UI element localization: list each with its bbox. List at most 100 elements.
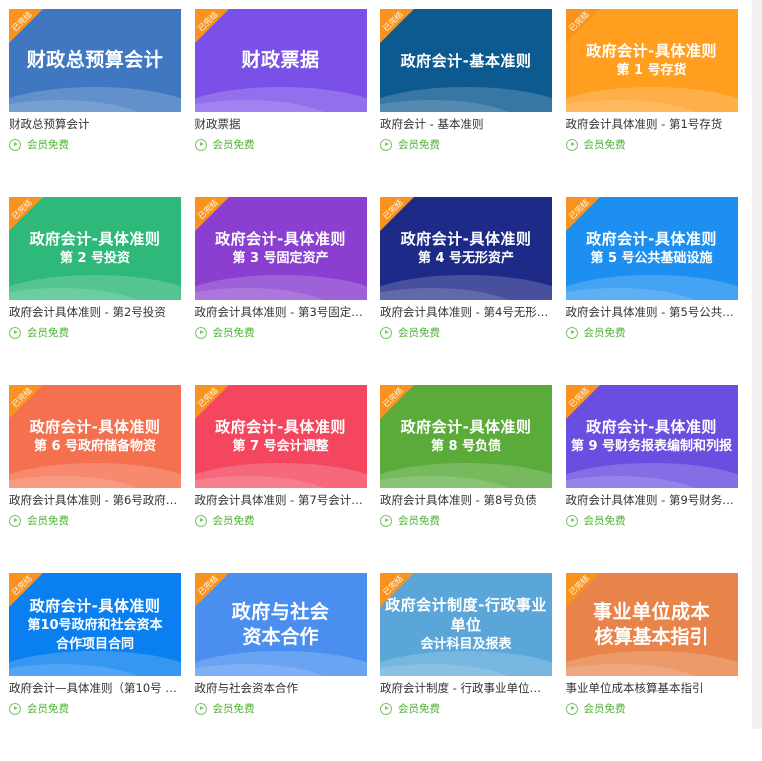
banner-text: 政府会计-具体准则	[29, 230, 161, 248]
banner-text: 政府会计-具体准则	[215, 418, 346, 436]
course-card[interactable]: 政府会计-具体准则第 9 号财务报表编制和列报 已完结 政府会计具体准则 - 第…	[565, 385, 738, 573]
course-thumbnail[interactable]: 政府会计-具体准则第 5 号公共基础设施 已完结	[565, 197, 738, 300]
course-title[interactable]: 政府会计具体准则 - 第7号会计调整	[195, 493, 367, 507]
banner-text: 政府会计-具体准则	[215, 230, 346, 248]
member-free-badge: 会员免费	[9, 325, 181, 340]
course-card[interactable]: 政府会计-具体准则第 5 号公共基础设施 已完结 政府会计具体准则 - 第5号公…	[565, 197, 738, 385]
course-card[interactable]: 政府会计-具体准则第 7 号会计调整 已完结 政府会计具体准则 - 第7号会计调…	[194, 385, 367, 573]
course-title[interactable]: 政府会计具体准则 - 第4号无形资产	[380, 305, 552, 319]
course-card[interactable]: 财政票据 已完结 财政票据 会员免费	[194, 9, 367, 197]
course-title[interactable]: 政府会计具体准则 - 第8号负债	[380, 493, 552, 507]
course-card[interactable]: 事业单位成本 核算基本指引 已完结 事业单位成本核算基本指引 会员免费	[565, 573, 738, 761]
course-title[interactable]: 政府会计 - 基本准则	[380, 117, 552, 131]
course-thumbnail[interactable]: 政府会计制度-行政事业单位 会计科目及报表 已完结	[380, 573, 552, 676]
member-free-label: 会员免费	[212, 703, 255, 715]
course-title[interactable]: 政府会计—具体准则（第10号 政府和社会资本合作项目合同）	[9, 681, 181, 695]
member-free-label: 会员免费	[212, 515, 255, 527]
member-free-label: 会员免费	[398, 515, 440, 527]
banner-text: 财政票据	[241, 49, 320, 71]
course-title[interactable]: 政府会计制度 - 行政事业单位会计科目及报表	[380, 681, 552, 695]
banner-text: 财政总预算会计	[26, 49, 164, 71]
course-thumbnail[interactable]: 财政总预算会计 已完结	[9, 9, 181, 112]
member-free-badge: 会员免费	[565, 513, 738, 528]
course-card[interactable]: 政府会计-具体准则第 8 号负债 已完结 政府会计具体准则 - 第8号负债 会员…	[380, 385, 552, 573]
decorative-wave	[9, 651, 181, 676]
course-thumbnail[interactable]: 财政票据 已完结	[194, 9, 367, 112]
play-icon	[9, 138, 21, 151]
decorative-wave	[194, 651, 367, 676]
play-icon	[9, 326, 21, 339]
scrollbar[interactable]	[752, 0, 762, 729]
banner-text: 事业单位成本	[592, 600, 710, 623]
banner-text: 政府会计-具体准则	[29, 596, 161, 615]
course-title[interactable]: 政府会计具体准则 - 第5号公共基础设施	[566, 305, 738, 319]
member-free-label: 会员免费	[27, 703, 69, 715]
decorative-wave	[380, 463, 552, 488]
course-card[interactable]: 政府会计-基本准则 已完结 政府会计 - 基本准则 会员免费	[380, 9, 552, 197]
play-icon	[9, 514, 21, 527]
member-free-badge: 会员免费	[9, 513, 181, 528]
course-title[interactable]: 政府会计具体准则 - 第6号政府储备物资	[9, 493, 181, 507]
course-thumbnail[interactable]: 政府会计-具体准则第 9 号财务报表编制和列报 已完结	[565, 385, 738, 488]
play-icon	[380, 514, 392, 527]
banner-text: 政府会计-具体准则	[586, 230, 717, 248]
member-free-badge: 会员免费	[194, 513, 367, 528]
course-card[interactable]: 政府会计制度-行政事业单位 会计科目及报表 已完结 政府会计制度 - 行政事业单位…	[380, 573, 552, 761]
course-card[interactable]: 政府会计-具体准则第 1 号存货 已完结 政府会计具体准则 - 第1号存货 会员…	[565, 9, 738, 197]
course-thumbnail[interactable]: 政府会计-具体准则第 7 号会计调整 已完结	[194, 385, 367, 488]
course-title[interactable]: 政府会计具体准则 - 第3号固定资产	[195, 305, 367, 319]
banner-text: 第 9 号财务报表编制和列报	[570, 439, 733, 454]
play-icon	[565, 514, 578, 527]
decorative-wave	[9, 463, 181, 488]
member-free-badge: 会员免费	[194, 137, 367, 152]
course-card[interactable]: 财政总预算会计 已完结 财政总预算会计 会员免费	[9, 9, 181, 197]
play-icon	[380, 326, 392, 339]
course-title[interactable]: 政府会计具体准则 - 第2号投资	[9, 305, 181, 319]
banner-text: 合作项目合同	[55, 636, 134, 652]
play-icon	[194, 514, 207, 527]
course-thumbnail[interactable]: 政府会计-基本准则 已完结	[380, 9, 552, 112]
course-title[interactable]: 财政总预算会计	[9, 117, 181, 131]
course-thumbnail[interactable]: 政府会计-具体准则第 3 号固定资产 已完结	[194, 197, 367, 300]
member-free-badge: 会员免费	[380, 325, 552, 340]
banner-text: 政府会计-具体准则	[586, 418, 717, 436]
banner-text: 资本合作	[242, 625, 319, 648]
course-title[interactable]: 政府会计具体准则 - 第9号财务报表编制和列报	[566, 493, 738, 507]
course-card[interactable]: 政府会计-具体准则第 3 号固定资产 已完结 政府会计具体准则 - 第3号固定资…	[194, 197, 367, 385]
course-thumbnail[interactable]: 政府会计-具体准则第 6 号政府储备物资 已完结	[9, 385, 181, 488]
course-title[interactable]: 政府会计具体准则 - 第1号存货	[566, 117, 738, 131]
course-thumbnail[interactable]: 政府与社会 资本合作 已完结	[194, 573, 367, 676]
course-thumbnail[interactable]: 政府会计-具体准则 第10号政府和社会资本 合作项目合同 已完结	[9, 573, 181, 676]
course-card[interactable]: 政府会计-具体准则 第10号政府和社会资本 合作项目合同 已完结 政府会计—具体准则…	[9, 573, 181, 761]
banner-text: 会计科目及报表	[420, 637, 512, 652]
banner-text: 第10号政府和社会资本	[27, 617, 163, 633]
decorative-wave	[380, 275, 552, 300]
course-thumbnail[interactable]: 政府会计-具体准则第 2 号投资 已完结	[9, 197, 181, 300]
banner-text: 第 8 号负债	[430, 439, 502, 454]
course-title[interactable]: 政府与社会资本合作	[195, 681, 367, 695]
course-title[interactable]: 事业单位成本核算基本指引	[566, 681, 738, 695]
play-icon	[194, 326, 207, 339]
member-free-badge: 会员免费	[565, 325, 738, 340]
course-card[interactable]: 政府与社会 资本合作 已完结 政府与社会资本合作 会员免费	[194, 573, 367, 761]
course-card[interactable]: 政府会计-具体准则第 6 号政府储备物资 已完结 政府会计具体准则 - 第6号政…	[9, 385, 181, 573]
course-card[interactable]: 政府会计-具体准则第 4 号无形资产 已完结 政府会计具体准则 - 第4号无形资…	[380, 197, 552, 385]
play-icon	[380, 702, 392, 715]
play-icon	[194, 702, 207, 715]
course-thumbnail[interactable]: 政府会计-具体准则第 1 号存货 已完结	[565, 9, 738, 112]
banner-text: 政府会计-基本准则	[400, 51, 532, 70]
course-thumbnail[interactable]: 政府会计-具体准则第 8 号负债 已完结	[380, 385, 552, 488]
course-thumbnail[interactable]: 事业单位成本 核算基本指引 已完结	[565, 573, 738, 676]
course-thumbnail[interactable]: 政府会计-具体准则第 4 号无形资产 已完结	[380, 197, 552, 300]
member-free-badge: 会员免费	[380, 513, 552, 528]
member-free-label: 会员免费	[583, 703, 626, 715]
member-free-badge: 会员免费	[194, 701, 367, 716]
banner-text: 第 2 号投资	[59, 251, 131, 266]
banner-text: 第 3 号固定资产	[232, 251, 329, 266]
course-card[interactable]: 政府会计-具体准则第 2 号投资 已完结 政府会计具体准则 - 第2号投资 会员…	[9, 197, 181, 385]
member-free-badge: 会员免费	[380, 701, 552, 716]
decorative-wave	[9, 275, 181, 300]
banner-text: 第 7 号会计调整	[232, 439, 329, 454]
banner-text: 政府与社会	[231, 600, 330, 623]
course-title[interactable]: 财政票据	[195, 117, 367, 131]
